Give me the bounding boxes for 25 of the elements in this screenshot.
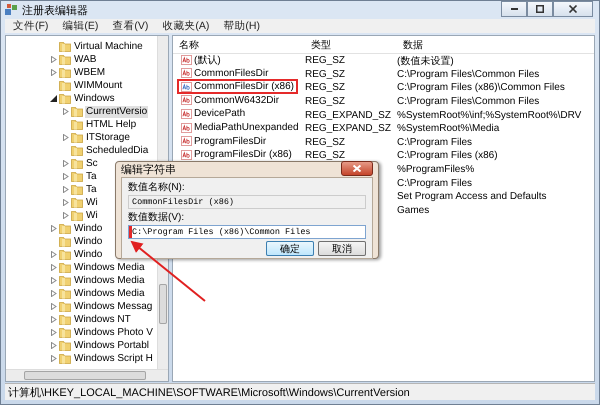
status-path: 计算机\HKEY_LOCAL_MACHINE\SOFTWARE\Microsoft\Windows\CurrentVersion: [8, 386, 410, 400]
table-cell: C:\Program Files (x86)\Common Files: [397, 82, 565, 94]
table-cell: %ProgramFiles%: [397, 164, 474, 176]
table-cell: REG_SZ: [305, 136, 346, 148]
table-cell: Set Program Access and Defaults: [397, 191, 547, 202]
table-cell: %SystemRoot%\inf;%SystemRoot%\DRV: [397, 110, 582, 121]
table-cell: C:\Program Files\Common Files: [397, 96, 540, 108]
table-cell: REG_SZ: [305, 82, 346, 94]
dialog-title: 编辑字符串: [121, 162, 176, 177]
table-cell: (数值未设置): [397, 56, 454, 67]
table-cell: REG_SZ: [305, 150, 346, 162]
field-label: 数值名称(N):: [128, 181, 186, 194]
field-label: 数值数据(V):: [128, 211, 186, 224]
table-cell: Games: [397, 204, 430, 216]
table-cell: REG_EXPAND_SZ: [305, 110, 391, 121]
window-title: 注册表编辑器: [22, 4, 88, 18]
table-cell: C:\Program Files: [397, 178, 472, 189]
table-cell: C:\Program Files\Common Files: [397, 68, 540, 80]
table-cell: %SystemRoot%\Media: [397, 123, 500, 134]
table-cell: REG_SZ: [305, 96, 346, 108]
table-cell: REG_EXPAND_SZ: [305, 123, 391, 134]
table-cell: C:\Program Files: [397, 136, 472, 148]
table-cell: C:\Program Files (x86): [397, 150, 498, 162]
table-cell: REG_SZ: [305, 55, 346, 66]
table-cell: REG_SZ: [305, 68, 346, 80]
